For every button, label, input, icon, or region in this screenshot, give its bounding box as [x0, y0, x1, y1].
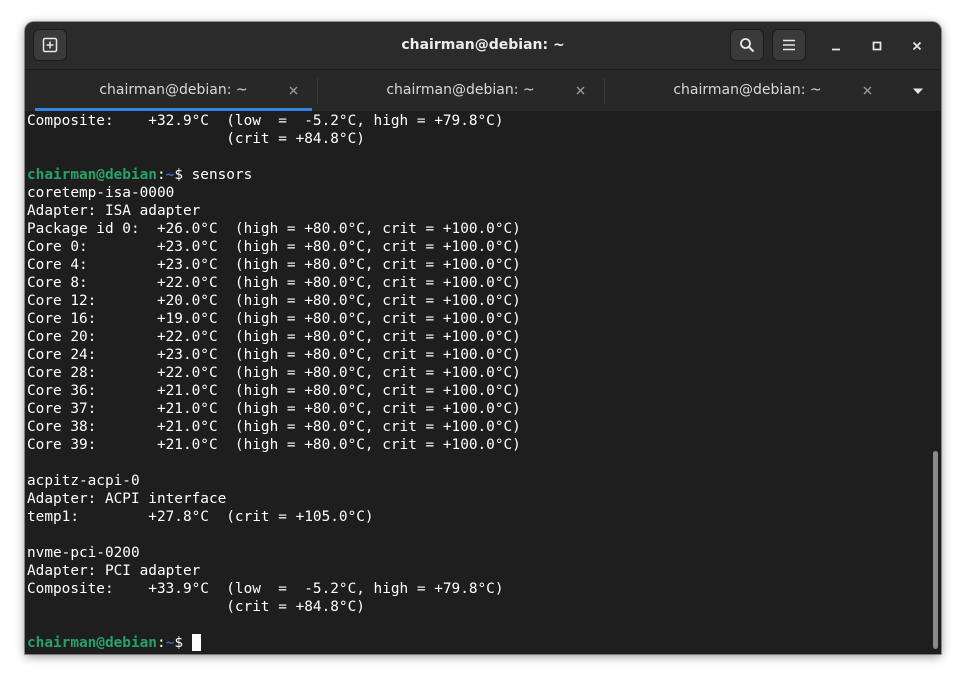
tab-close-icon[interactable] [860, 83, 874, 97]
output-line: Core 39: +21.0°C (high = +80.0°C, crit =… [27, 437, 521, 453]
tab-1[interactable]: chairman@debian: ~ [35, 70, 312, 111]
output-line: acpitz-acpi-0 [27, 473, 140, 489]
output-line: Core 16: +19.0°C (high = +80.0°C, crit =… [27, 311, 521, 327]
minimize-icon [831, 41, 841, 51]
close-button[interactable] [906, 35, 928, 57]
scrollbar-thumb[interactable] [933, 451, 938, 649]
output-line: Core 24: +23.0°C (high = +80.0°C, crit =… [27, 347, 521, 363]
output-line: (crit = +84.8°C) [27, 131, 365, 147]
prompt-symbol: $ [174, 635, 192, 651]
tab-close-icon[interactable] [286, 83, 300, 97]
prompt-path: ~ [165, 167, 175, 183]
tab-3[interactable]: chairman@debian: ~ [609, 70, 886, 111]
output-line: Core 37: +21.0°C (high = +80.0°C, crit =… [27, 401, 521, 417]
tab-close-icon[interactable] [573, 83, 587, 97]
output-line: Adapter: PCI adapter [27, 563, 201, 579]
output-line: coretemp-isa-0000 [27, 185, 175, 201]
output-line: Core 12: +20.0°C (high = +80.0°C, crit =… [27, 293, 521, 309]
minimize-button[interactable] [825, 35, 847, 57]
output-line: Core 36: +21.0°C (high = +80.0°C, crit =… [27, 383, 521, 399]
output-line: Package id 0: +26.0°C (high = +80.0°C, c… [27, 221, 521, 237]
output-line: Composite: +33.9°C (low = -5.2°C, high =… [27, 581, 504, 597]
prompt-path: ~ [165, 635, 175, 651]
output-line: Adapter: ACPI interface [27, 491, 227, 507]
terminal-lines: Composite: +32.9°C (low = -5.2°C, high =… [27, 112, 521, 652]
chevron-down-icon [912, 87, 924, 95]
output-line: Core 28: +22.0°C (high = +80.0°C, crit =… [27, 365, 521, 381]
terminal-output[interactable]: Composite: +32.9°C (low = -5.2°C, high =… [25, 111, 930, 654]
output-line: Core 4: +23.0°C (high = +80.0°C, crit = … [27, 257, 521, 273]
tab-separator [317, 78, 318, 104]
prompt-line: chairman@debian:~$ sensors [27, 166, 521, 184]
tab-list-dropdown-button[interactable] [909, 82, 927, 100]
maximize-button[interactable] [866, 35, 888, 57]
prompt-user-host: chairman@debian [27, 167, 157, 183]
prompt-user-host: chairman@debian [27, 635, 157, 651]
output-line: temp1: +27.8°C (crit = +105.0°C) [27, 509, 374, 525]
prompt-separator: : [156, 167, 166, 183]
output-line: Composite: +32.9°C (low = -5.2°C, high =… [27, 113, 504, 129]
text-cursor [191, 634, 201, 651]
tab-separator [604, 78, 605, 104]
main-menu-button[interactable] [772, 29, 806, 61]
search-icon [739, 37, 755, 53]
output-line: Core 20: +22.0°C (high = +80.0°C, crit =… [27, 329, 521, 345]
output-line: Adapter: ISA adapter [27, 203, 201, 219]
tab-bar: chairman@debian: ~ chairman@debian: ~ ch… [25, 69, 941, 111]
scrollbar[interactable] [930, 111, 941, 654]
output-line: (crit = +84.8°C) [27, 599, 365, 615]
prompt-separator: : [156, 635, 166, 651]
output-line: Core 0: +23.0°C (high = +80.0°C, crit = … [27, 239, 521, 255]
tab-1-label: chairman@debian: ~ [99, 82, 248, 98]
output-line: Core 38: +21.0°C (high = +80.0°C, crit =… [27, 419, 521, 435]
tab-3-label: chairman@debian: ~ [673, 82, 822, 98]
tab-2-label: chairman@debian: ~ [386, 82, 535, 98]
prompt-command: sensors [191, 167, 253, 183]
close-icon [912, 41, 922, 51]
prompt-line: chairman@debian:~$ [27, 634, 521, 652]
terminal-window: chairman@debian: ~ chairman@debian: ~ ch… [25, 22, 941, 654]
search-button[interactable] [730, 29, 764, 61]
output-line: Core 8: +22.0°C (high = +80.0°C, crit = … [27, 275, 521, 291]
maximize-icon [872, 41, 882, 51]
prompt-symbol: $ [174, 167, 192, 183]
output-line: nvme-pci-0200 [27, 545, 140, 561]
hamburger-menu-icon [782, 38, 796, 52]
headerbar: chairman@debian: ~ [25, 22, 941, 69]
tab-2[interactable]: chairman@debian: ~ [322, 70, 599, 111]
